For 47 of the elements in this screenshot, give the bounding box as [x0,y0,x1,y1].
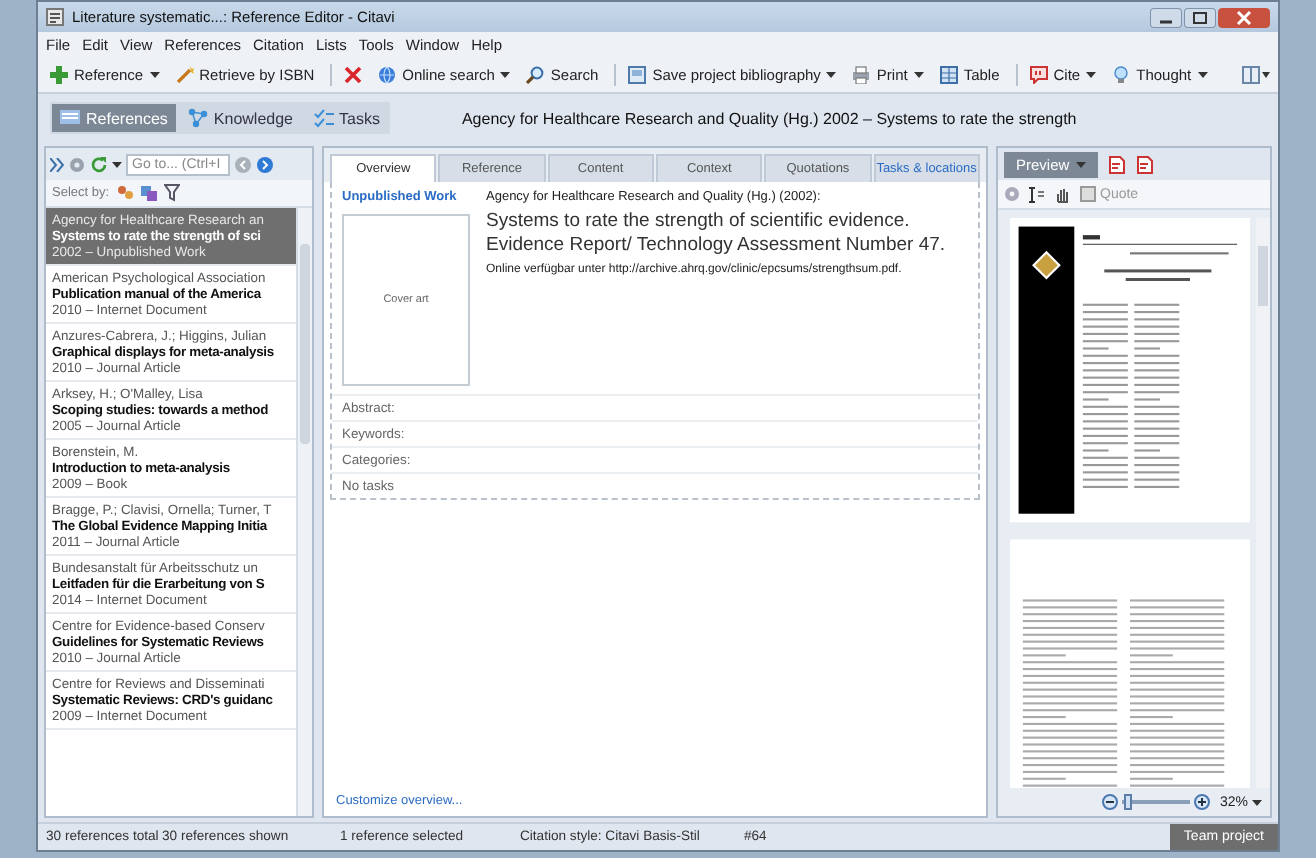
double-chevron-icon[interactable] [50,157,64,171]
caret-icon [1197,71,1208,77]
caret-icon [1086,71,1097,77]
caret-icon [826,71,837,77]
caret-icon[interactable] [112,161,122,167]
cross-icon [344,65,363,83]
zoom-in-icon[interactable] [1193,794,1210,810]
quote-icon [1080,186,1096,202]
caret-icon [913,71,924,77]
printer-icon [852,65,871,83]
search-icon [526,65,545,83]
reference-heading: Agency for Healthcare Research and Quality (Hg.) 2002 – Systems to rate the strength [461,109,1077,127]
caret-icon [500,71,511,77]
lightbulb-icon [1112,65,1131,83]
group-icon[interactable] [139,184,158,202]
maximize-icon[interactable] [1184,7,1216,27]
close-icon[interactable] [1218,7,1270,27]
caret-icon [1075,161,1086,167]
scrollbar[interactable] [1256,218,1270,788]
network-icon [187,108,208,128]
pdf-icon[interactable] [1135,155,1154,173]
plus-icon [50,65,68,83]
people-icon[interactable] [115,184,134,202]
section-tab[interactable]: Tasks [305,104,388,132]
speech-bubble-icon [1029,65,1048,83]
zoom-out-icon[interactable] [1101,794,1118,810]
pdf-icon[interactable] [1107,155,1126,173]
minimize-icon[interactable] [1150,7,1182,27]
section-tab[interactable]: References [52,104,176,132]
delete-button[interactable] [330,63,367,85]
zoom-slider-thumb[interactable] [1123,794,1132,810]
caret-icon [149,71,160,77]
citation-title: Systems to rate the strength of scientific evidence. Evidence Report/ Technology Assessment Number 47. [486,210,948,258]
section-tab[interactable]: Knowledge [179,104,302,132]
text-cursor-icon[interactable] [1028,185,1046,203]
globe-icon [378,65,397,83]
filter-icon[interactable] [163,184,180,202]
caret-icon[interactable] [1252,799,1262,805]
document-icon [628,65,647,83]
scrollbar[interactable] [296,208,312,816]
layout-icon[interactable] [1242,65,1270,83]
wand-icon [175,65,194,83]
forward-icon[interactable] [256,155,274,173]
table-icon [939,65,958,83]
checklist-icon [313,108,334,128]
cards-icon [60,108,80,128]
app-icon [46,8,64,26]
